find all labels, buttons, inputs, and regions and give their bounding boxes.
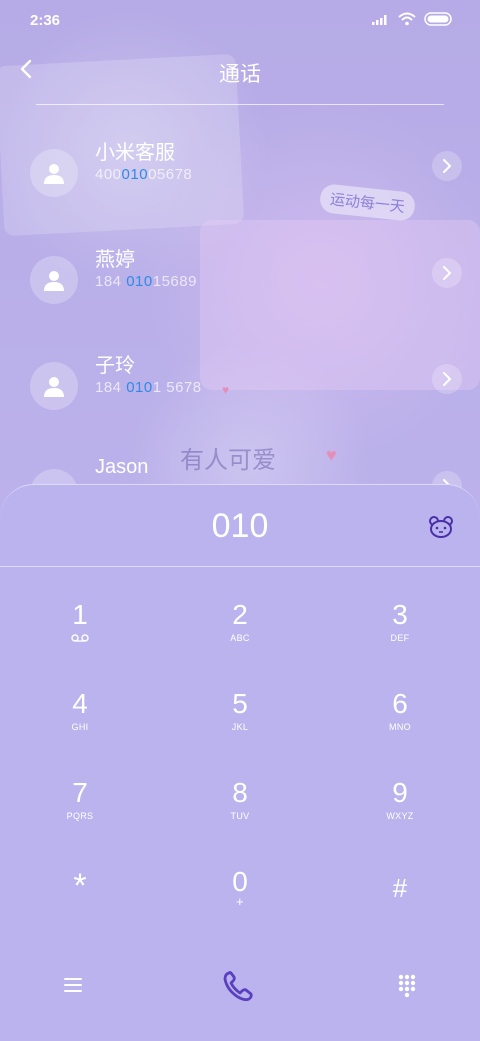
contact-row[interactable]: 燕婷 184 01015689 — [0, 243, 480, 333]
dialpad-separator — [0, 566, 480, 567]
contact-name: Jason — [95, 456, 149, 478]
contact-name: 子玲 — [95, 355, 135, 377]
header: 通话 — [0, 44, 480, 104]
voicemail-icon — [71, 634, 89, 642]
key-2[interactable]: 2 ABC — [190, 599, 290, 669]
key-3[interactable]: 3 DEF — [350, 599, 450, 669]
key-hash[interactable]: # — [350, 872, 450, 942]
signal-icon — [372, 15, 387, 25]
avatar — [30, 149, 78, 197]
chevron-right-icon — [443, 266, 452, 280]
key-6[interactable]: 6 MNO — [350, 688, 450, 758]
call-button[interactable] — [218, 966, 258, 1006]
chevron-right-icon — [443, 372, 452, 386]
person-icon — [44, 271, 64, 291]
contact-detail-button[interactable] — [432, 364, 462, 394]
bottom-action-bar — [0, 956, 480, 1016]
status-bar: 2:36 — [0, 0, 480, 44]
key-9[interactable]: 9 WXYZ — [350, 777, 450, 847]
contact-detail-button[interactable] — [432, 151, 462, 181]
contact-number: 184 0101 5678 — [95, 379, 202, 396]
key-7[interactable]: 7 PQRS — [30, 777, 130, 847]
phone-icon — [223, 971, 253, 1002]
battery-icon — [424, 12, 452, 26]
wifi-icon — [398, 12, 416, 26]
header-divider — [36, 104, 444, 105]
key-4[interactable]: 4 GHI — [30, 688, 130, 758]
emoji-button[interactable] — [428, 515, 454, 539]
key-5[interactable]: 5 JKL — [190, 688, 290, 758]
avatar — [30, 362, 78, 410]
key-8[interactable]: 8 TUV — [190, 777, 290, 847]
bear-emoji-icon — [429, 516, 453, 538]
contact-name: 小米客服 — [95, 142, 175, 164]
contact-row[interactable]: 小米客服 40001005678 — [0, 136, 480, 226]
key-0[interactable]: 0 + — [190, 866, 290, 936]
dial-input[interactable]: 010 — [0, 507, 480, 546]
person-icon — [44, 164, 64, 184]
status-time: 2:36 — [30, 12, 61, 29]
chevron-right-icon — [443, 159, 452, 173]
person-icon — [44, 377, 64, 397]
key-star[interactable]: * — [30, 869, 130, 940]
keypad-toggle-button[interactable] — [394, 972, 420, 998]
contact-number: 184 01015689 — [95, 273, 197, 290]
contact-name: 燕婷 — [95, 249, 135, 271]
page-title: 通话 — [219, 63, 261, 86]
status-icons — [372, 12, 454, 26]
menu-button[interactable] — [60, 972, 86, 998]
menu-icon — [64, 978, 82, 992]
contact-number: 40001005678 — [95, 166, 193, 183]
key-1[interactable]: 1 — [30, 599, 130, 669]
keypad-grid-icon — [398, 974, 416, 998]
avatar — [30, 256, 78, 304]
contact-row[interactable]: 子玲 184 0101 5678 — [0, 349, 480, 439]
contact-detail-button[interactable] — [432, 258, 462, 288]
